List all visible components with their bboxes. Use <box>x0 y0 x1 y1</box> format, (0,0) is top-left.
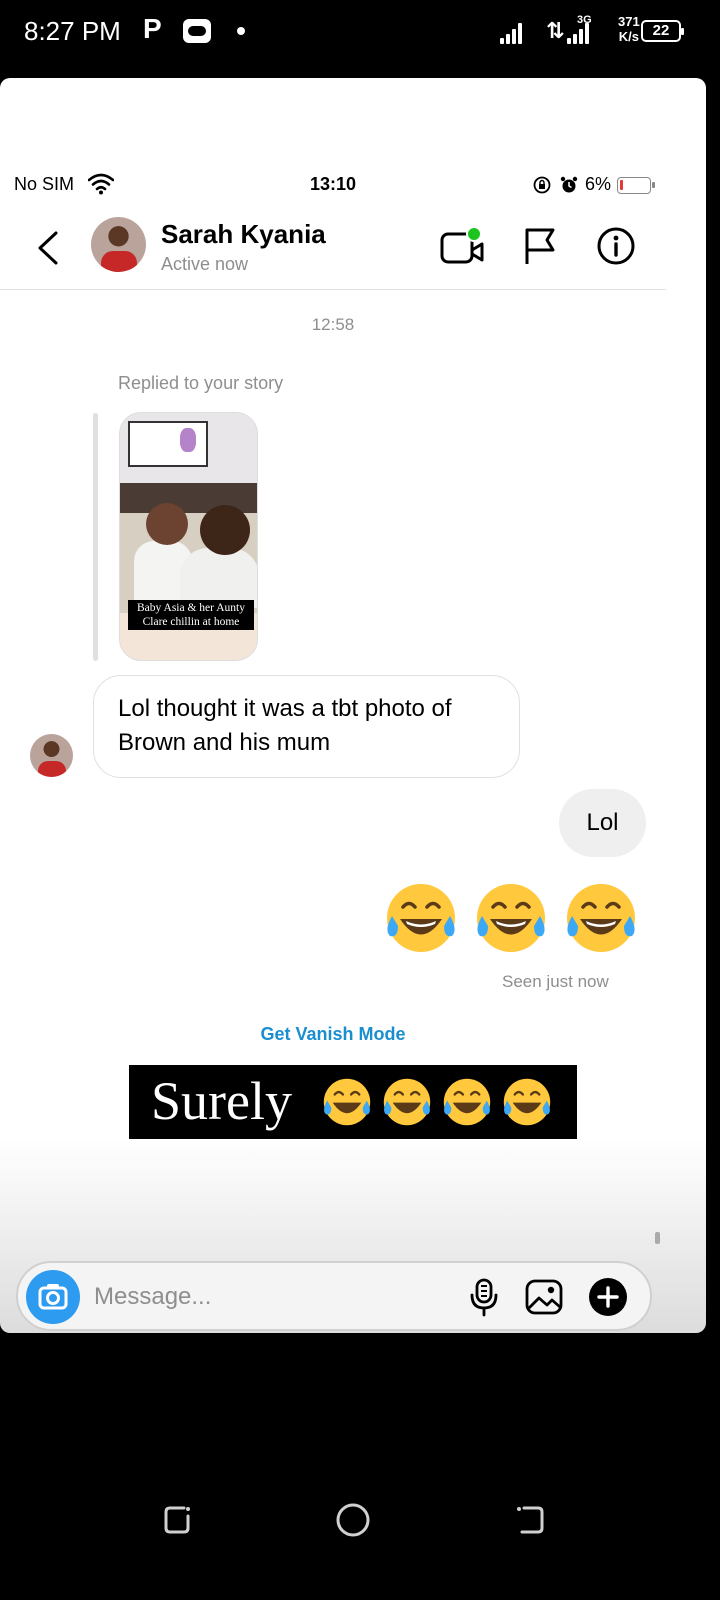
story-woman <box>200 505 250 555</box>
camera-button[interactable] <box>26 1270 80 1324</box>
rotation-lock-icon <box>533 176 551 194</box>
laugh-cry-emoji-icon <box>503 1078 551 1126</box>
more-notifications-dot-icon <box>237 27 245 35</box>
laugh-cry-emoji-icon <box>383 1078 431 1126</box>
ios-time: 13:10 <box>310 174 357 194</box>
story-baby <box>146 503 188 545</box>
message-timestamp: 12:58 <box>311 315 355 334</box>
contact-status: Active now <box>161 254 249 274</box>
outgoing-message[interactable]: Lol <box>559 789 646 857</box>
microphone-icon[interactable] <box>466 1277 502 1317</box>
ios-battery-percent: 6% <box>585 174 612 194</box>
chat-header: Sarah Kyania Active now <box>0 208 666 290</box>
chat-screenshot: No SIM 13:10 6% Sarah Kyania Active now <box>0 78 706 1333</box>
carrier-label: No SIM <box>14 174 75 194</box>
video-call-icon[interactable] <box>440 226 484 266</box>
contact-name[interactable]: Sarah Kyania <box>161 219 326 250</box>
android-status-bar: 8:27 PM P ⇅ 3G 371 K/s 22 <box>0 0 720 70</box>
scrollbar-thumb[interactable] <box>655 1232 660 1244</box>
back-icon[interactable] <box>34 230 62 266</box>
seen-status: Seen just now <box>502 972 609 991</box>
network-speed: 371 K/s <box>618 14 640 44</box>
incoming-message[interactable]: Lol thought it was a tbt photo of Brown … <box>93 675 520 778</box>
outgoing-emoji-message[interactable] <box>378 878 648 960</box>
game-notification-icon <box>183 19 211 43</box>
contact-avatar[interactable] <box>91 217 146 272</box>
ios-status-bar: No SIM 13:10 6% <box>0 170 706 200</box>
back-nav-icon[interactable] <box>510 1500 550 1540</box>
home-icon[interactable] <box>333 1500 373 1540</box>
ios-battery-icon <box>617 177 655 194</box>
story-reply-caption: Replied to your story <box>118 373 284 393</box>
laugh-cry-emoji-icon <box>477 884 545 952</box>
recent-apps-icon[interactable] <box>158 1500 198 1540</box>
caption-overlay: Surely <box>129 1065 577 1139</box>
message-input[interactable] <box>94 1280 454 1314</box>
android-navigation-bar <box>0 1480 720 1600</box>
vanish-mode-link[interactable]: Get Vanish Mode <box>0 1024 666 1045</box>
wifi-icon <box>88 173 114 195</box>
story-tv <box>128 421 208 467</box>
data-arrows-icon: ⇅ <box>546 18 565 43</box>
system-time: 8:27 PM <box>24 16 121 46</box>
laugh-cry-emoji-icon <box>387 884 455 952</box>
camera-icon <box>38 1284 68 1310</box>
story-thumbnail[interactable]: Baby Asia & her Aunty Clare chillin at h… <box>119 412 258 661</box>
laugh-cry-emoji-icon <box>567 884 635 952</box>
sender-avatar[interactable] <box>30 734 73 777</box>
laugh-cry-emoji-icon <box>443 1078 491 1126</box>
gallery-icon[interactable] <box>524 1277 564 1317</box>
plus-icon[interactable] <box>588 1277 628 1317</box>
reply-indicator-bar <box>93 413 98 661</box>
message-composer <box>16 1261 652 1331</box>
flag-icon[interactable] <box>520 226 560 266</box>
info-icon[interactable] <box>596 226 636 266</box>
battery-icon: 22 <box>641 20 684 42</box>
laugh-cry-emoji-icon <box>323 1078 371 1126</box>
alarm-icon <box>560 176 578 193</box>
overlay-caption: Surely <box>151 1071 292 1131</box>
p-app-notification-icon: P <box>143 13 162 44</box>
story-caption: Baby Asia & her Aunty Clare chillin at h… <box>128 600 254 630</box>
